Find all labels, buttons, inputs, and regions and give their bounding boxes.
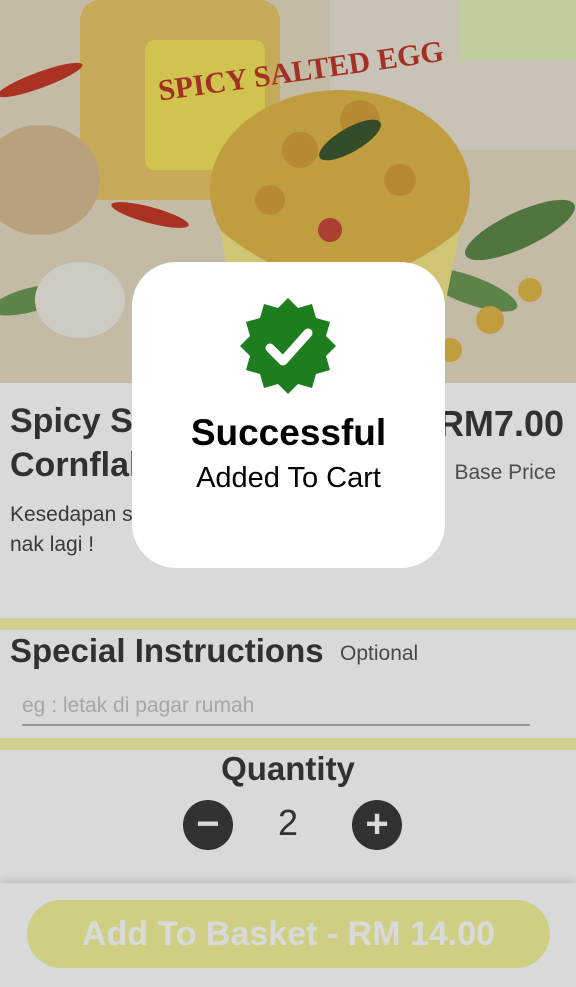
modal-message: Added To Cart — [196, 462, 381, 494]
success-modal: Successful Added To Cart — [132, 262, 445, 568]
modal-title: Successful — [190, 412, 387, 453]
verified-badge-icon — [240, 298, 336, 394]
